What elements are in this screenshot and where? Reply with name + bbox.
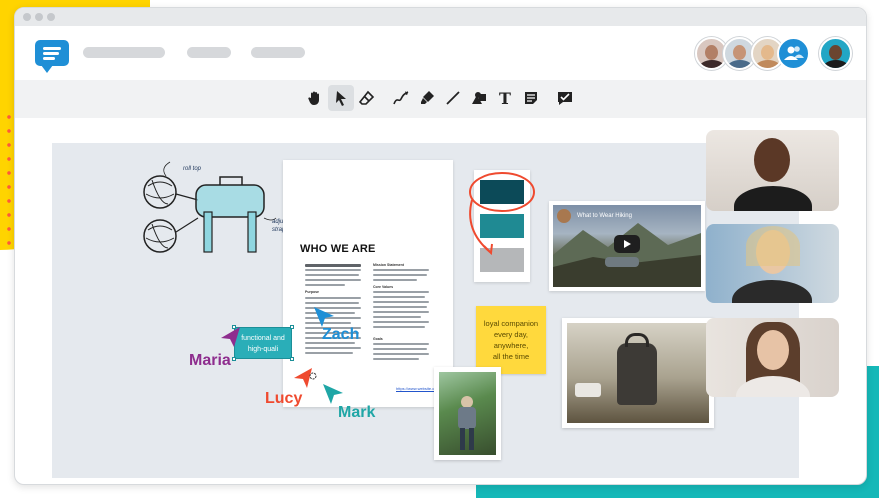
sticky-note-line-2: every day, [493, 330, 529, 339]
participant-video-2[interactable] [706, 224, 839, 303]
maria-cursor-icon [221, 327, 240, 347]
drawing-toolbar: T [15, 80, 866, 118]
sticky-note-line-1: loyal companion [483, 319, 539, 328]
document-heading-purpose: Purpose [305, 290, 320, 294]
shapes-icon [472, 92, 486, 104]
current-user-avatar[interactable] [819, 37, 852, 70]
hand-tool-button[interactable] [302, 85, 328, 111]
app-header [15, 26, 866, 86]
document-heading-goals: Goals [373, 337, 383, 341]
window-minimize-dot[interactable] [35, 13, 43, 21]
participant-video-1[interactable] [706, 130, 839, 211]
document-heading-values: Core Values [373, 285, 394, 289]
resize-handle-tr[interactable] [290, 325, 294, 329]
app-logo-icon[interactable] [35, 40, 69, 73]
comment-icon [558, 92, 572, 105]
highlighter-icon [421, 91, 434, 104]
resize-handle-bl[interactable] [232, 357, 236, 361]
background-dots [4, 110, 14, 250]
nav-item-placeholder-3[interactable] [251, 47, 305, 58]
line-icon [446, 91, 460, 105]
sketch-label-roll-top: roll top [183, 166, 202, 172]
shapes-tool-button[interactable] [466, 85, 492, 111]
eraser-icon [358, 90, 375, 105]
eraser-tool-button[interactable] [354, 85, 380, 111]
participant-video-3[interactable] [706, 318, 839, 397]
mark-cursor-icon [323, 384, 343, 404]
highlighter-tool-button[interactable] [414, 85, 440, 111]
nav-item-placeholder-2[interactable] [187, 47, 231, 58]
comment-tool-button[interactable] [552, 85, 578, 111]
backpack-photo-card[interactable] [562, 318, 714, 428]
sticky-note-line-3: anywhere, [493, 341, 529, 350]
red-circle-annotation [469, 172, 535, 256]
cursor-label-lucy: Lucy [265, 390, 303, 407]
backpack-sketch[interactable] [130, 160, 300, 260]
channel-avatar [557, 209, 571, 223]
selected-text-shape[interactable]: functional and high-quali [232, 325, 294, 361]
hiker-photo-card[interactable] [434, 367, 501, 460]
sticky-note-icon [525, 92, 537, 104]
pen-icon [393, 91, 409, 105]
pointer-icon [336, 91, 346, 106]
sticky-note[interactable]: loyal companion every day, anywhere, all… [476, 306, 546, 374]
nav-item-placeholder-1[interactable] [83, 47, 165, 58]
cursor-label-maria: Maria [189, 352, 231, 369]
zach-cursor-icon [314, 307, 334, 327]
participants-group-icon[interactable] [777, 37, 810, 70]
document-heading-mission: Mission Statement [373, 263, 404, 267]
video-title: What to Wear Hiking [577, 213, 632, 219]
play-button-icon[interactable] [614, 235, 640, 253]
sticky-note-tool-button[interactable] [518, 85, 544, 111]
window-titlebar [15, 8, 866, 26]
hiker-photo [439, 372, 496, 455]
shape-text-line-1: functional and [241, 335, 285, 342]
backpack-photo [567, 323, 709, 423]
window-maximize-dot[interactable] [47, 13, 55, 21]
shape-text-line-2: high-quali [247, 346, 279, 353]
video-embed-card[interactable]: What to Wear Hiking [549, 201, 705, 291]
resize-handle-br[interactable] [290, 357, 294, 361]
window-close-dot[interactable] [23, 13, 31, 21]
select-tool-button[interactable] [328, 85, 354, 111]
cursor-label-zach: Zach [322, 326, 360, 343]
text-icon: T [499, 88, 511, 108]
line-tool-button[interactable] [440, 85, 466, 111]
hand-icon [308, 91, 319, 105]
pen-tool-button[interactable] [388, 85, 414, 111]
document-title: WHO WE ARE [300, 243, 376, 255]
text-tool-button[interactable]: T [492, 85, 518, 111]
sticky-note-line-4: all the time [492, 352, 530, 361]
cursor-label-mark: Mark [338, 404, 376, 421]
video-thumbnail[interactable]: What to Wear Hiking [553, 205, 701, 287]
lucy-cursor-icon [294, 368, 317, 388]
